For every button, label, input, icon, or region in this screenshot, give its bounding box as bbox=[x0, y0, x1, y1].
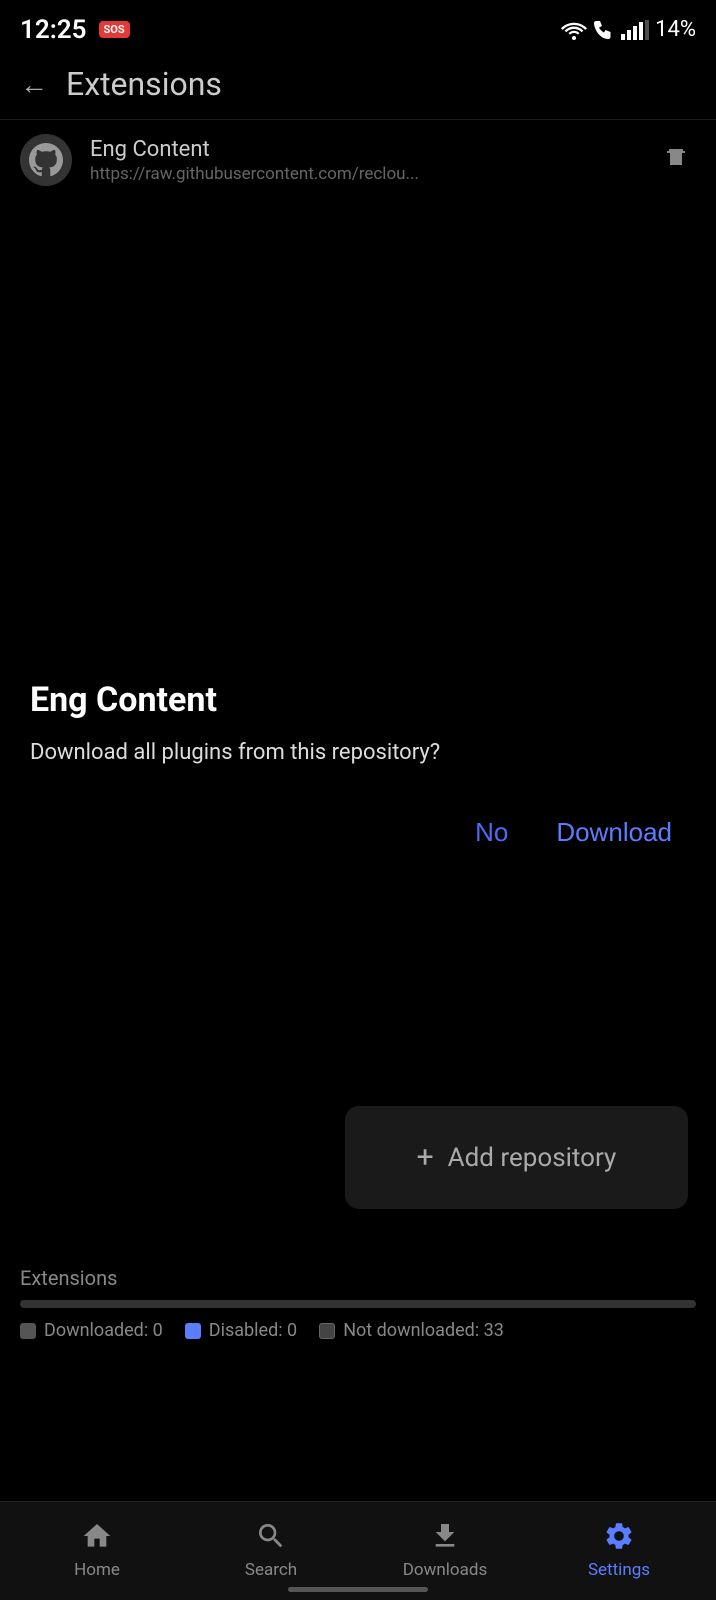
home-indicator bbox=[288, 1587, 428, 1592]
nav-home[interactable]: Home bbox=[10, 1520, 184, 1580]
not-downloaded-dot bbox=[319, 1323, 335, 1339]
not-downloaded-stat: Not downloaded: 33 bbox=[319, 1320, 504, 1341]
trash-icon bbox=[664, 145, 688, 169]
disabled-stat: Disabled: 0 bbox=[185, 1320, 297, 1341]
status-bar: 12:25 SOS 14% bbox=[0, 0, 716, 55]
bottom-navigation: Home Search Downloads Settings bbox=[0, 1501, 716, 1600]
nav-downloads-label: Downloads bbox=[403, 1560, 487, 1580]
github-svg bbox=[29, 143, 63, 177]
nav-search-label: Search bbox=[245, 1560, 297, 1580]
extensions-progress-bar bbox=[20, 1300, 696, 1308]
wifi-icon bbox=[561, 20, 587, 40]
add-icon: + bbox=[417, 1140, 434, 1175]
add-repository-label: Add repository bbox=[448, 1143, 617, 1173]
download-button[interactable]: Download bbox=[552, 809, 676, 856]
repo-info: Eng Content https://raw.githubuserconten… bbox=[90, 137, 638, 184]
status-left: 12:25 SOS bbox=[20, 15, 130, 45]
extensions-section: Extensions Downloaded: 0 Disabled: 0 Not… bbox=[0, 1248, 716, 1351]
nav-settings[interactable]: Settings bbox=[532, 1520, 706, 1580]
page-title: Extensions bbox=[66, 65, 222, 103]
nav-downloads[interactable]: Downloads bbox=[358, 1520, 532, 1580]
not-downloaded-count: Not downloaded: 33 bbox=[343, 1320, 504, 1341]
repo-github-icon bbox=[20, 134, 72, 186]
dialog-title: Eng Content bbox=[30, 680, 686, 720]
dialog-actions: No Download bbox=[30, 809, 686, 856]
battery-indicator: 14% bbox=[655, 17, 696, 42]
download-dialog: Eng Content Download all plugins from th… bbox=[0, 650, 716, 880]
repo-url: https://raw.githubusercontent.com/reclou… bbox=[90, 164, 638, 184]
no-button[interactable]: No bbox=[471, 809, 512, 856]
disabled-count: Disabled: 0 bbox=[209, 1320, 297, 1341]
downloads-icon bbox=[429, 1520, 461, 1552]
downloaded-dot bbox=[20, 1323, 36, 1339]
phone-icon bbox=[593, 20, 615, 40]
status-time: 12:25 bbox=[20, 15, 87, 45]
signal-icon bbox=[621, 20, 649, 40]
delete-repo-button[interactable] bbox=[656, 137, 696, 183]
back-button[interactable]: ← bbox=[20, 68, 48, 101]
extensions-stats: Downloaded: 0 Disabled: 0 Not downloaded… bbox=[20, 1320, 696, 1341]
downloaded-stat: Downloaded: 0 bbox=[20, 1320, 163, 1341]
home-icon bbox=[81, 1520, 113, 1552]
repository-item: Eng Content https://raw.githubuserconten… bbox=[0, 119, 716, 200]
status-right: 14% bbox=[561, 17, 696, 42]
add-repository-button[interactable]: + Add repository bbox=[345, 1106, 688, 1209]
extensions-section-label: Extensions bbox=[20, 1266, 696, 1290]
nav-search[interactable]: Search bbox=[184, 1520, 358, 1580]
page-header: ← Extensions bbox=[0, 55, 716, 119]
settings-icon bbox=[603, 1520, 635, 1552]
disabled-dot bbox=[185, 1323, 201, 1339]
downloaded-count: Downloaded: 0 bbox=[44, 1320, 163, 1341]
repo-name: Eng Content bbox=[90, 137, 638, 162]
nav-home-label: Home bbox=[74, 1560, 120, 1580]
search-icon bbox=[255, 1520, 287, 1552]
status-sos: SOS bbox=[99, 21, 130, 38]
dialog-message: Download all plugins from this repositor… bbox=[30, 738, 686, 769]
nav-settings-label: Settings bbox=[588, 1560, 650, 1580]
